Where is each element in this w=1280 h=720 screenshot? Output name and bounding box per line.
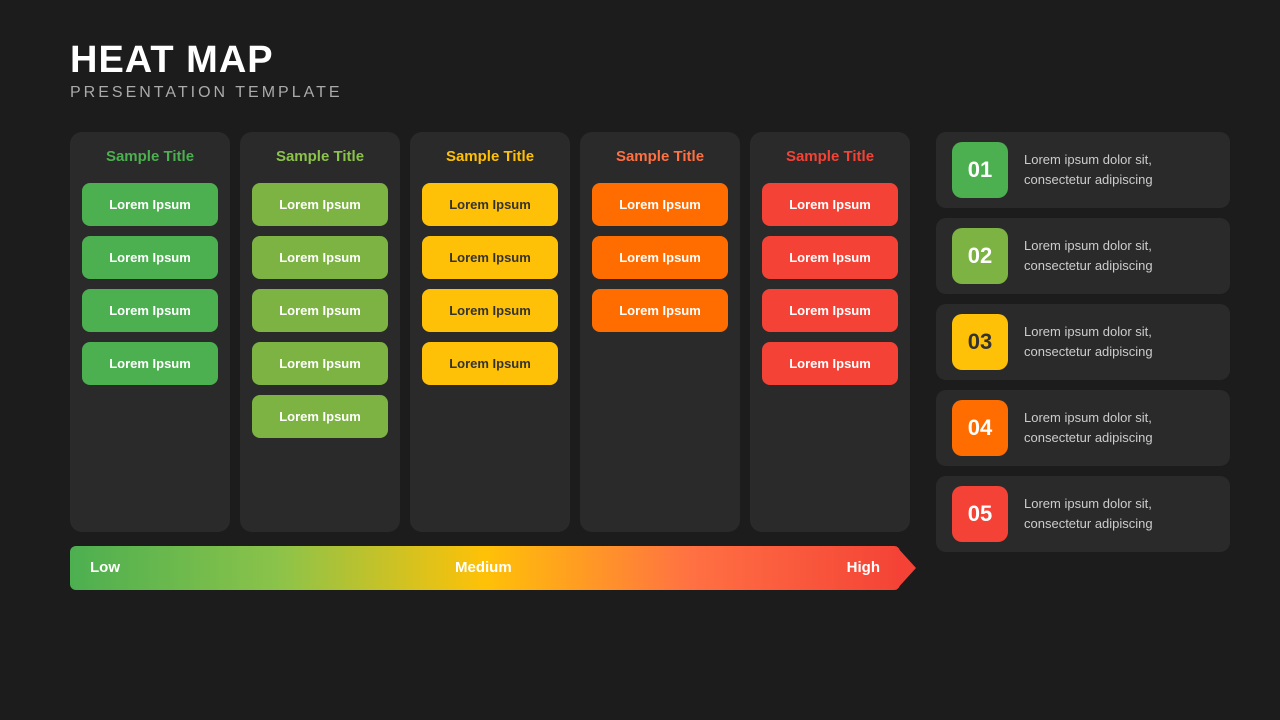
pill-2-3: Lorem Ipsum (252, 289, 388, 332)
legend-low: Low (90, 559, 120, 576)
num-text-4: Lorem ipsum dolor sit, consectetur adipi… (1024, 408, 1214, 447)
pill-5-3: Lorem Ipsum (762, 289, 898, 332)
numbered-item-3: 03 Lorem ipsum dolor sit, consectetur adi… (936, 304, 1230, 380)
page: HEAT MAP PRESENTATION TEMPLATE Sample Ti… (0, 0, 1280, 720)
column-title-2: Sample Title (252, 148, 388, 165)
numbered-item-4: 04 Lorem ipsum dolor sit, consectetur adi… (936, 390, 1230, 466)
pill-4-2: Lorem Ipsum (592, 236, 728, 279)
main-content: Sample Title Lorem Ipsum Lorem Ipsum Lorem … (70, 132, 1230, 590)
num-text-1: Lorem ipsum dolor sit, consectetur adipi… (1024, 150, 1214, 189)
pill-4-1: Lorem Ipsum (592, 183, 728, 226)
pill-2-5: Lorem Ipsum (252, 395, 388, 438)
pill-2-1: Lorem Ipsum (252, 183, 388, 226)
pill-3-2: Lorem Ipsum (422, 236, 558, 279)
pill-3-1: Lorem Ipsum (422, 183, 558, 226)
num-text-3: Lorem ipsum dolor sit, consectetur adipi… (1024, 322, 1214, 361)
pill-5-1: Lorem Ipsum (762, 183, 898, 226)
pill-1-2: Lorem Ipsum (82, 236, 218, 279)
pill-1-4: Lorem Ipsum (82, 342, 218, 385)
num-badge-5: 05 (952, 486, 1008, 542)
num-badge-3: 03 (952, 314, 1008, 370)
legend-arrow (896, 546, 916, 590)
pill-3-4: Lorem Ipsum (422, 342, 558, 385)
num-badge-1: 01 (952, 142, 1008, 198)
page-subtitle: PRESENTATION TEMPLATE (70, 84, 1230, 102)
pill-2-4: Lorem Ipsum (252, 342, 388, 385)
pill-1-3: Lorem Ipsum (82, 289, 218, 332)
pill-1-1: Lorem Ipsum (82, 183, 218, 226)
header: HEAT MAP PRESENTATION TEMPLATE (70, 40, 1230, 102)
legend-bar: Low Medium High (70, 546, 900, 590)
column-card-3: Sample Title Lorem Ipsum Lorem Ipsum Lorem … (410, 132, 570, 532)
legend-medium: Medium (455, 559, 512, 576)
num-badge-4: 04 (952, 400, 1008, 456)
pill-3-3: Lorem Ipsum (422, 289, 558, 332)
num-text-2: Lorem ipsum dolor sit, consectetur adipi… (1024, 236, 1214, 275)
column-card-1: Sample Title Lorem Ipsum Lorem Ipsum Lorem … (70, 132, 230, 532)
column-card-5: Sample Title Lorem Ipsum Lorem Ipsum Lorem … (750, 132, 910, 532)
numbered-item-1: 01 Lorem ipsum dolor sit, consectetur adi… (936, 132, 1230, 208)
columns-area: Sample Title Lorem Ipsum Lorem Ipsum Lorem … (70, 132, 910, 590)
numbered-item-2: 02 Lorem ipsum dolor sit, consectetur adi… (936, 218, 1230, 294)
legend-high: High (847, 559, 880, 576)
numbered-item-5: 05 Lorem ipsum dolor sit, consectetur adi… (936, 476, 1230, 552)
right-panel: 01 Lorem ipsum dolor sit, consectetur adi… (936, 132, 1230, 552)
column-card-4: Sample Title Lorem Ipsum Lorem Ipsum Lorem … (580, 132, 740, 532)
pill-5-2: Lorem Ipsum (762, 236, 898, 279)
column-title-1: Sample Title (82, 148, 218, 165)
num-badge-2: 02 (952, 228, 1008, 284)
pill-5-4: Lorem Ipsum (762, 342, 898, 385)
column-title-3: Sample Title (422, 148, 558, 165)
page-title: HEAT MAP (70, 40, 1230, 82)
column-title-4: Sample Title (592, 148, 728, 165)
pill-4-3: Lorem Ipsum (592, 289, 728, 332)
column-card-2: Sample Title Lorem Ipsum Lorem Ipsum Lorem … (240, 132, 400, 532)
num-text-5: Lorem ipsum dolor sit, consectetur adipi… (1024, 494, 1214, 533)
pill-2-2: Lorem Ipsum (252, 236, 388, 279)
column-title-5: Sample Title (762, 148, 898, 165)
columns-grid: Sample Title Lorem Ipsum Lorem Ipsum Lorem … (70, 132, 910, 532)
